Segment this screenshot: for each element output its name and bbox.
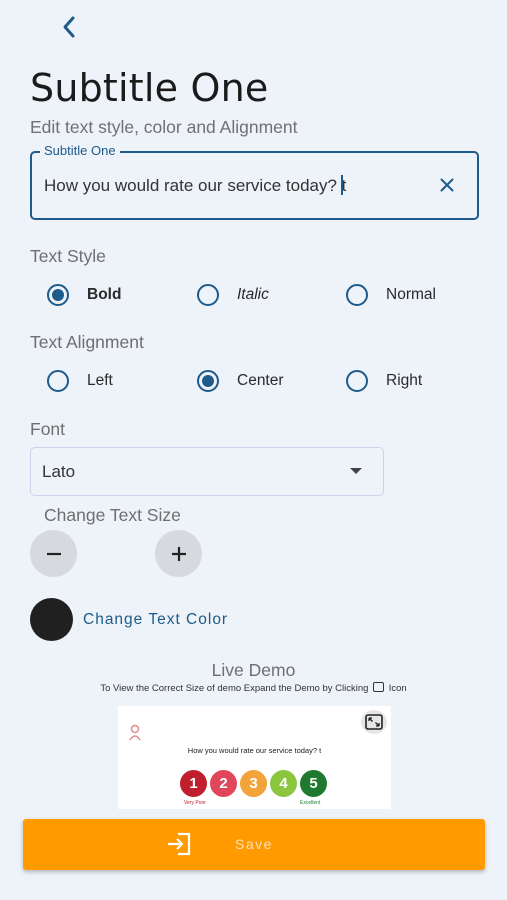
save-button[interactable]: Save xyxy=(23,819,485,870)
rating-1[interactable]: 1 xyxy=(180,770,207,797)
radio-label: Normal xyxy=(386,286,436,303)
radio-indicator xyxy=(346,370,368,392)
rating-3[interactable]: 3 xyxy=(240,770,267,797)
minus-icon xyxy=(46,552,61,555)
rating-4[interactable]: 4 xyxy=(270,770,297,797)
rating-high-label: Excellent xyxy=(300,800,321,806)
rating-low-label: Very Poor xyxy=(184,800,206,806)
font-select-value: Lato xyxy=(42,462,76,481)
live-demo-preview: How you would rate our service today? t … xyxy=(118,706,391,809)
expand-icon xyxy=(373,682,385,692)
radio-label: Left xyxy=(87,372,113,389)
radio-indicator xyxy=(197,284,219,306)
demo-rating-scale: 1 2 3 4 5 xyxy=(180,770,327,797)
text-style-label: Text Style xyxy=(30,246,106,266)
font-select[interactable] xyxy=(30,447,384,496)
chevron-left-icon xyxy=(63,16,75,38)
radio-style-bold[interactable]: Bold xyxy=(47,280,121,310)
radio-style-normal[interactable]: Normal xyxy=(346,280,436,310)
expand-demo-button[interactable] xyxy=(361,710,387,734)
back-button[interactable] xyxy=(52,10,86,44)
radio-indicator-selected xyxy=(197,370,219,392)
clear-input-button[interactable] xyxy=(434,172,460,198)
subtitle-input-value[interactable]: How you would rate our service today? t xyxy=(44,175,346,196)
rating-5[interactable]: 5 xyxy=(300,770,327,797)
page-title: Subtitle One xyxy=(30,66,269,110)
radio-label: Right xyxy=(386,372,423,389)
text-color-swatch[interactable] xyxy=(30,598,73,641)
radio-indicator-selected xyxy=(47,284,69,306)
live-demo-hint: To View the Correct Size of demo Expand … xyxy=(100,682,407,694)
fullscreen-icon xyxy=(365,714,383,730)
logo-icon xyxy=(129,724,141,741)
radio-label: Bold xyxy=(87,286,122,303)
increase-size-button[interactable] xyxy=(155,530,202,577)
dropdown-arrow-icon xyxy=(350,468,362,474)
close-icon xyxy=(440,178,454,192)
text-cursor xyxy=(341,175,344,195)
font-label: Font xyxy=(30,419,66,439)
subtitle-input-label: Subtitle One xyxy=(40,143,120,158)
text-alignment-label: Text Alignment xyxy=(30,332,144,352)
live-demo-title: Live Demo xyxy=(211,660,296,680)
text-size-label: Change Text Size xyxy=(44,505,181,525)
radio-label: Italic xyxy=(237,286,269,303)
rating-2[interactable]: 2 xyxy=(210,770,237,797)
radio-style-italic[interactable]: Italic xyxy=(197,280,269,310)
save-button-label: Save xyxy=(235,836,273,852)
radio-indicator xyxy=(346,284,368,306)
radio-align-right[interactable]: Right xyxy=(346,366,422,396)
radio-indicator xyxy=(47,370,69,392)
page-subtitle: Edit text style, color and Alignment xyxy=(30,117,298,137)
plus-icon xyxy=(171,546,186,561)
demo-question: How you would rate our service today? t xyxy=(187,746,322,755)
radio-align-left[interactable]: Left xyxy=(47,366,113,396)
decrease-size-button[interactable] xyxy=(30,530,77,577)
radio-label: Center xyxy=(237,372,284,389)
change-text-color-link[interactable]: Change Text Color xyxy=(83,611,228,629)
radio-align-center[interactable]: Center xyxy=(197,366,284,396)
